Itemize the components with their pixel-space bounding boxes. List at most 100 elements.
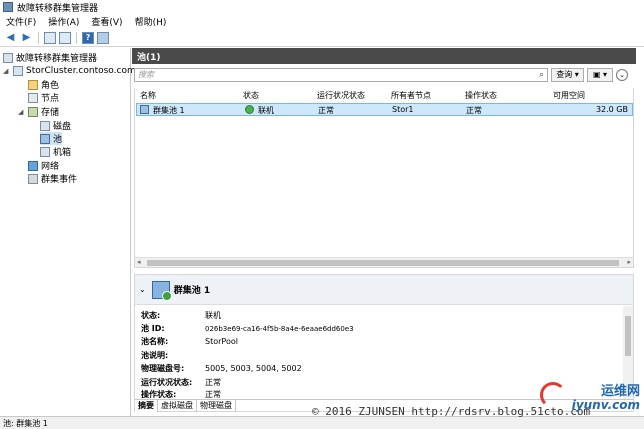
prop-value: 正常 <box>205 378 221 387</box>
tree-label: 池 <box>53 135 63 145</box>
column-header-opstate[interactable]: 操作状态 <box>465 90 497 101</box>
tree-label: 故障转移群集管理器 <box>16 54 98 64</box>
tree-label: 角色 <box>41 81 60 91</box>
column-header-owner[interactable]: 所有者节点 <box>391 90 431 101</box>
tree-item-enclosures[interactable]: 机箱 <box>40 145 71 158</box>
tab-summary[interactable]: 摘要 <box>135 400 158 412</box>
column-header-free[interactable]: 可用空间 <box>553 90 585 101</box>
cluster-manager-icon <box>3 2 13 12</box>
tree-item-nodes[interactable]: 节点 <box>28 91 59 104</box>
prop-opstate: 操作状态: 正常 <box>141 389 221 398</box>
save-dropdown-arrow: ▾ <box>603 70 608 79</box>
help-icon[interactable]: ? <box>82 31 94 44</box>
table-header: 名称 状态 运行状况状态 所有者节点 操作状态 可用空间 <box>135 90 635 102</box>
menu-action[interactable]: 操作(A) <box>48 15 79 28</box>
scroll-right-icon[interactable]: ▸ <box>627 258 631 266</box>
search-placeholder: 搜索 <box>138 70 154 79</box>
save-query-button[interactable]: ▣ ▾ <box>587 67 613 82</box>
menu-help[interactable]: 帮助(H) <box>135 15 167 28</box>
storage-icon <box>28 106 38 117</box>
site-logo: 运维网 iyunv.com <box>540 380 640 414</box>
pool-icon <box>140 105 149 114</box>
prop-key: 池说明: <box>141 351 169 360</box>
prop-key: 池 ID: <box>141 324 165 333</box>
menu-view[interactable]: 查看(V) <box>91 15 122 28</box>
tree-item-pools[interactable]: 池 <box>40 132 63 145</box>
prop-health: 运行状况状态: 正常 <box>141 377 221 388</box>
tree-label: 磁盘 <box>53 122 72 132</box>
tab-physical-disks[interactable]: 物理磁盘 <box>197 400 236 412</box>
prop-value: StorPool <box>205 337 238 346</box>
tree-item-networks[interactable]: 网络 <box>28 159 59 172</box>
up-folder-icon[interactable] <box>44 31 56 44</box>
scroll-thumb[interactable] <box>625 316 631 356</box>
back-arrow-icon[interactable]: ◀ <box>4 31 17 44</box>
toolbar-separator <box>76 31 77 44</box>
scroll-thumb[interactable] <box>147 260 619 266</box>
horizontal-scrollbar[interactable]: ◂ ▸ <box>135 257 633 267</box>
tree-item-storage[interactable]: ◢ 存储 <box>18 105 59 118</box>
column-header-name[interactable]: 名称 <box>140 90 156 101</box>
cell-owner: Stor1 <box>392 105 414 114</box>
query-button[interactable]: 查询 ▾ <box>551 67 584 82</box>
pools-table: 名称 状态 运行状况状态 所有者节点 操作状态 可用空间 群集池 1 联机 正常… <box>134 88 634 268</box>
pool-icon <box>151 280 172 301</box>
query-label: 查询 <box>556 70 573 79</box>
search-icon[interactable]: ⌕ <box>539 70 544 80</box>
network-icon <box>28 160 38 171</box>
cell-opstate: 正常 <box>466 106 482 115</box>
pool-icon <box>40 133 50 144</box>
action-pane-icon[interactable] <box>97 31 109 44</box>
window-title: 故障转移群集管理器 <box>17 3 99 14</box>
column-header-status[interactable]: 状态 <box>243 90 259 101</box>
tree-item-cluster[interactable]: ◢ StorCluster.contoso.com <box>3 64 136 77</box>
collapse-icon[interactable]: ◢ <box>3 67 11 75</box>
column-header-health[interactable]: 运行状况状态 <box>317 90 365 101</box>
detail-header: ⌄ 群集池 1 <box>135 275 633 305</box>
collapse-icon[interactable]: ⌄ <box>616 68 628 81</box>
forward-arrow-icon[interactable]: ▶ <box>20 31 33 44</box>
prop-key: 池名称: <box>141 337 169 346</box>
table-row[interactable]: 群集池 1 联机 正常 Stor1 正常 32.0 GB <box>136 103 633 116</box>
tree-label: StorCluster.contoso.com <box>26 65 136 76</box>
tree-label: 群集事件 <box>41 175 78 185</box>
title-bar: 故障转移群集管理器 <box>0 0 644 14</box>
toolbar: ◀ ▶ ? <box>0 29 644 47</box>
search-input[interactable]: 搜索 ⌕ <box>134 67 548 82</box>
online-arrow-icon <box>245 105 254 114</box>
prop-key: 物理磁盘号: <box>141 364 185 373</box>
tree-label: 节点 <box>41 94 60 104</box>
cluster-icon <box>13 65 23 76</box>
nodes-icon <box>28 92 38 103</box>
cell-name: 群集池 1 <box>153 106 185 115</box>
menu-bar: 文件(F) 操作(A) 查看(V) 帮助(H) <box>0 14 644 29</box>
show-hide-tree-icon[interactable] <box>59 31 71 44</box>
menu-file[interactable]: 文件(F) <box>6 15 36 28</box>
prop-status: 状态: 联机 <box>141 310 221 321</box>
prop-pool-description: 池说明: <box>141 350 205 361</box>
prop-pool-id: 池 ID: 026b3e69-ca16-4f5b-8a4e-6eaae6dd60e… <box>141 323 354 334</box>
cell-health: 正常 <box>318 106 334 115</box>
disk-icon <box>40 120 50 131</box>
tab-virtual-disks[interactable]: 虚拟磁盘 <box>158 400 197 412</box>
tree-label: 存储 <box>41 108 60 118</box>
tree-label: 机箱 <box>53 148 72 158</box>
prop-value: 5005, 5003, 5004, 5002 <box>205 364 302 373</box>
tree-item-events[interactable]: 群集事件 <box>28 172 77 185</box>
chevron-down-icon[interactable]: ⌄ <box>139 285 146 294</box>
tree-item-roles[interactable]: 角色 <box>28 78 59 91</box>
search-bar: 搜索 ⌕ 查询 ▾ ▣ ▾ ⌄ <box>134 66 634 83</box>
logo-top-text: 运维网 <box>600 384 640 399</box>
collapse-icon[interactable]: ◢ <box>18 108 26 116</box>
cell-status: 联机 <box>258 106 274 115</box>
scroll-left-icon[interactable]: ◂ <box>137 258 141 266</box>
prop-key: 操作状态: <box>141 390 177 398</box>
prop-pool-name: 池名称: StorPool <box>141 336 238 347</box>
prop-key: 运行状况状态: <box>141 378 193 387</box>
roles-icon <box>28 79 38 90</box>
save-icon: ▣ <box>592 70 601 79</box>
prop-physical-disks: 物理磁盘号: 5005, 5003, 5004, 5002 <box>141 363 302 374</box>
tree-item-root[interactable]: 故障转移群集管理器 <box>3 51 97 64</box>
events-icon <box>28 173 38 184</box>
tree-item-disks[interactable]: 磁盘 <box>40 119 71 132</box>
